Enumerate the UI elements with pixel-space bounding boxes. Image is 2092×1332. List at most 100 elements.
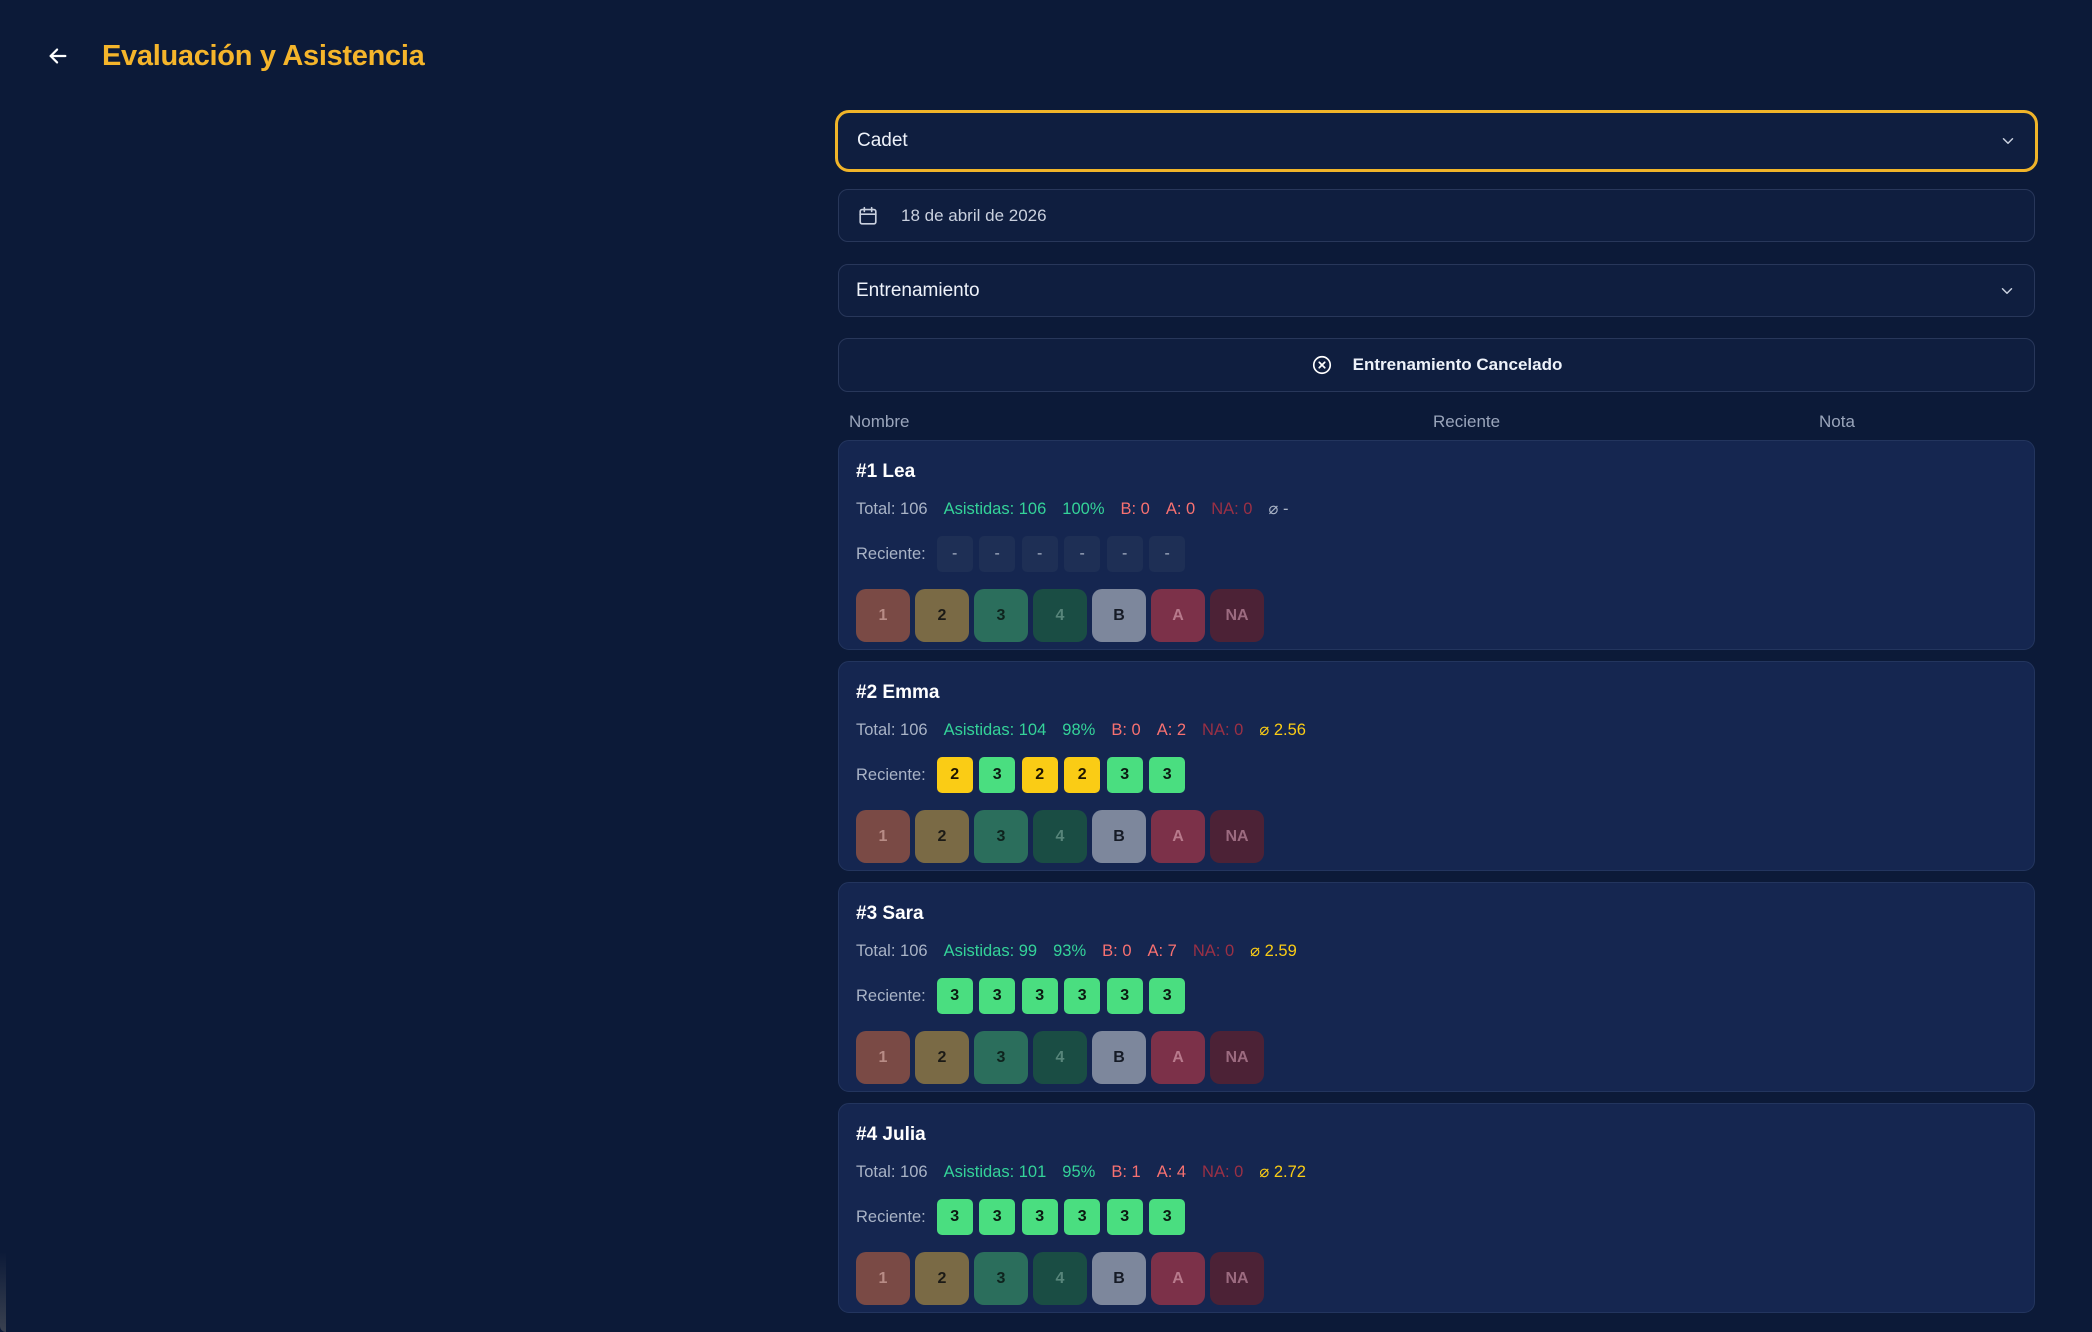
grade-button-na[interactable]: NA xyxy=(1210,1031,1264,1084)
recent-label: Reciente: xyxy=(856,765,926,784)
stat-attended: Asistidas: 99 xyxy=(943,941,1038,960)
recent-grade-chip: 3 xyxy=(1106,757,1143,793)
page-title: Evaluación y Asistencia xyxy=(102,39,425,72)
player-stats: Total: 106 Asistidas: 104 98% B: 0 A: 2 … xyxy=(856,718,2017,742)
stat-b: B: 0 xyxy=(1111,720,1141,739)
grade-button-1[interactable]: 1 xyxy=(856,589,910,642)
grade-button-b[interactable]: B xyxy=(1092,589,1146,642)
grade-button-4[interactable]: 4 xyxy=(1033,589,1087,642)
grade-buttons: 1 2 3 4 B A NA xyxy=(856,1252,2017,1305)
stat-attended: Asistidas: 104 xyxy=(943,720,1047,739)
grade-button-b[interactable]: B xyxy=(1092,1252,1146,1305)
recent-grade-chip: 3 xyxy=(1149,1199,1186,1235)
grade-button-3[interactable]: 3 xyxy=(974,1031,1028,1084)
grade-buttons: 1 2 3 4 B A NA xyxy=(856,589,2017,642)
stat-percent: 98% xyxy=(1062,720,1096,739)
stat-a: A: 2 xyxy=(1156,720,1187,739)
grade-button-1[interactable]: 1 xyxy=(856,1252,910,1305)
recent-grades: Reciente: ------ xyxy=(856,536,2017,572)
recent-grade-chip: 3 xyxy=(979,978,1016,1014)
stat-total: Total: 106 xyxy=(856,941,928,960)
grade-buttons: 1 2 3 4 B A NA xyxy=(856,810,2017,863)
grade-button-3[interactable]: 3 xyxy=(974,1252,1028,1305)
date-value: 18 de abril de 2026 xyxy=(901,205,1047,225)
player-stats: Total: 106 Asistidas: 106 100% B: 0 A: 0… xyxy=(856,497,2017,521)
stat-attended: Asistidas: 106 xyxy=(943,499,1047,518)
recent-grades: Reciente: 333333 xyxy=(856,1199,2017,1235)
grade-button-b[interactable]: B xyxy=(1092,810,1146,863)
grade-button-4[interactable]: 4 xyxy=(1033,810,1087,863)
grade-buttons: 1 2 3 4 B A NA xyxy=(856,1031,2017,1084)
player-stats: Total: 106 Asistidas: 99 93% B: 0 A: 7 N… xyxy=(856,939,2017,963)
stat-percent: 95% xyxy=(1062,1162,1096,1181)
session-type-select[interactable]: Entrenamiento xyxy=(838,264,2035,317)
recent-grade-chip: 3 xyxy=(979,1199,1016,1235)
stat-b: B: 0 xyxy=(1102,941,1132,960)
recent-grades: Reciente: 232233 xyxy=(856,757,2017,793)
stat-total: Total: 106 xyxy=(856,1162,928,1181)
chevron-down-icon xyxy=(2001,287,2013,294)
grade-button-na[interactable]: NA xyxy=(1210,1252,1264,1305)
grade-button-3[interactable]: 3 xyxy=(974,810,1028,863)
player-name: #1 Lea xyxy=(856,461,916,482)
header: Evaluación y Asistencia xyxy=(40,32,425,80)
player-card: #3 Sara Total: 106 Asistidas: 99 93% B: … xyxy=(838,882,2035,1092)
grade-button-1[interactable]: 1 xyxy=(856,810,910,863)
grade-button-2[interactable]: 2 xyxy=(915,589,969,642)
stat-attended: Asistidas: 101 xyxy=(943,1162,1047,1181)
recent-grade-chip: 2 xyxy=(1064,757,1101,793)
grade-button-a[interactable]: A xyxy=(1151,1031,1205,1084)
grade-button-2[interactable]: 2 xyxy=(915,810,969,863)
cancel-training-label: Entrenamiento Cancelado xyxy=(1352,355,1563,374)
back-button[interactable] xyxy=(40,38,76,74)
session-type-value: Entrenamiento xyxy=(856,279,980,301)
recent-label: Reciente: xyxy=(856,544,926,563)
recent-grade-chip: 2 xyxy=(936,757,973,793)
recent-grade-chip: - xyxy=(979,536,1016,572)
stat-b: B: 0 xyxy=(1120,499,1150,518)
chevron-down-icon xyxy=(2002,138,2014,144)
cancel-training-button[interactable]: Entrenamiento Cancelado xyxy=(838,338,2035,392)
grade-button-2[interactable]: 2 xyxy=(915,1252,969,1305)
stat-na: NA: 0 xyxy=(1211,499,1253,518)
grade-button-2[interactable]: 2 xyxy=(915,1031,969,1084)
column-header-name: Nombre xyxy=(849,412,910,431)
grade-button-na[interactable]: NA xyxy=(1210,589,1264,642)
main-content: Cadet 18 de abril de 2026 Entrenamiento … xyxy=(835,110,2038,1324)
recent-grade-chip: 3 xyxy=(1021,978,1058,1014)
group-select-value: Cadet xyxy=(857,130,908,151)
recent-grade-chip: - xyxy=(936,536,973,572)
stat-total: Total: 106 xyxy=(856,499,928,518)
grade-button-a[interactable]: A xyxy=(1151,1252,1205,1305)
recent-grade-chip: 3 xyxy=(1106,1199,1143,1235)
stat-a: A: 7 xyxy=(1147,941,1177,960)
grade-button-4[interactable]: 4 xyxy=(1033,1252,1087,1305)
stat-average: ⌀ - xyxy=(1268,500,1289,518)
grade-button-a[interactable]: A xyxy=(1151,589,1205,642)
stat-na: NA: 0 xyxy=(1202,720,1244,739)
recent-label: Reciente: xyxy=(856,1207,926,1226)
grade-button-b[interactable]: B xyxy=(1092,1031,1146,1084)
recent-grade-chip: 3 xyxy=(1021,1199,1058,1235)
group-select[interactable]: Cadet xyxy=(835,110,2038,172)
grade-button-1[interactable]: 1 xyxy=(856,1031,910,1084)
grade-button-3[interactable]: 3 xyxy=(974,589,1028,642)
player-stats: Total: 106 Asistidas: 101 95% B: 1 A: 4 … xyxy=(856,1160,2017,1184)
stat-na: NA: 0 xyxy=(1192,941,1235,960)
grade-button-na[interactable]: NA xyxy=(1210,810,1264,863)
player-list: #1 Lea Total: 106 Asistidas: 106 100% B:… xyxy=(838,440,2035,1313)
player-card: #4 Julia Total: 106 Asistidas: 101 95% B… xyxy=(838,1103,2035,1313)
stat-na: NA: 0 xyxy=(1202,1162,1244,1181)
date-picker[interactable]: 18 de abril de 2026 xyxy=(838,189,2035,242)
recent-grades: Reciente: 333333 xyxy=(856,978,2017,1014)
recent-grade-chip: 2 xyxy=(1021,757,1058,793)
player-name: #2 Emma xyxy=(856,682,940,703)
grade-button-a[interactable]: A xyxy=(1151,810,1205,863)
recent-grade-chip: 3 xyxy=(1149,757,1186,793)
recent-grade-chip: - xyxy=(1021,536,1058,572)
grade-button-4[interactable]: 4 xyxy=(1033,1031,1087,1084)
player-name: #3 Sara xyxy=(856,903,924,924)
column-headers: Nombre Reciente Nota xyxy=(838,400,2035,440)
x-circle-icon xyxy=(1312,355,1331,375)
stat-a: A: 4 xyxy=(1156,1162,1187,1181)
